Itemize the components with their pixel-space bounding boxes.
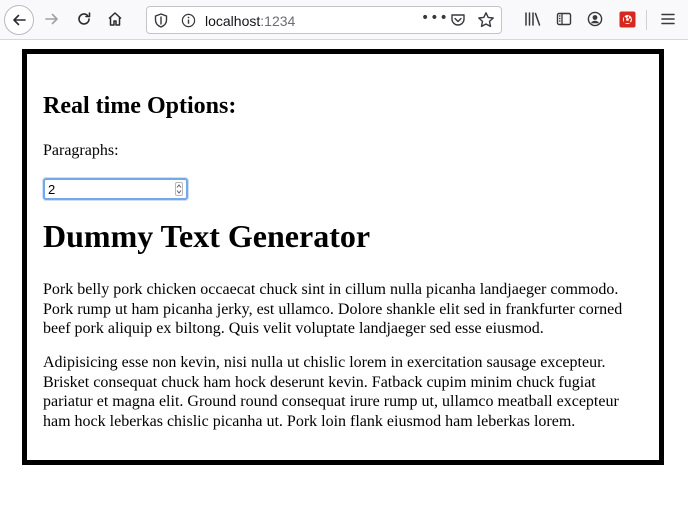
url-text[interactable]: localhost:1234	[205, 13, 295, 29]
extension-button[interactable]	[613, 5, 641, 33]
reload-button[interactable]	[70, 5, 98, 33]
forward-button[interactable]	[38, 5, 66, 33]
back-arrow-icon	[13, 14, 26, 26]
shield-icon[interactable]	[154, 13, 168, 32]
sidebar-icon	[556, 12, 572, 26]
reload-icon	[78, 12, 91, 25]
library-button[interactable]	[519, 5, 547, 33]
library-icon	[525, 12, 541, 26]
extension-icon	[619, 11, 635, 27]
generated-paragraph: Pork belly pork chicken occaecat chuck s…	[43, 281, 623, 337]
star-icon[interactable]	[477, 11, 495, 33]
toolbar-divider	[646, 10, 647, 30]
info-icon[interactable]	[181, 13, 196, 32]
content-frame: Real time Options: Paragraphs: Dummy Tex…	[22, 49, 664, 465]
back-button[interactable]	[4, 5, 34, 35]
paragraphs-label: Paragraphs:	[43, 142, 119, 159]
browser-toolbar: localhost:1234 •••	[0, 0, 688, 40]
url-port: :1234	[260, 13, 296, 29]
menu-button[interactable]	[654, 5, 682, 33]
url-bar[interactable]: localhost:1234 •••	[146, 6, 502, 34]
more-dots-icon[interactable]: •••	[421, 10, 449, 26]
forward-arrow-icon	[45, 13, 58, 25]
generator-heading: Dummy Text Generator	[43, 218, 371, 254]
home-icon	[108, 12, 122, 26]
account-icon	[587, 11, 603, 27]
options-heading: Real time Options:	[43, 93, 237, 119]
account-button[interactable]	[581, 5, 609, 33]
spinner-arrows-icon	[176, 184, 182, 194]
number-spinner[interactable]	[175, 182, 183, 196]
paragraphs-number-field[interactable]	[43, 178, 188, 200]
pocket-icon[interactable]	[450, 12, 466, 32]
url-host: localhost	[205, 13, 261, 29]
page-viewport: Real time Options: Paragraphs: Dummy Tex…	[0, 40, 688, 505]
home-button[interactable]	[101, 5, 129, 33]
paragraphs-input[interactable]	[47, 181, 168, 197]
hamburger-menu-icon	[661, 13, 675, 25]
generated-paragraph: Adipisicing esse non kevin, nisi nulla u…	[43, 354, 619, 430]
sidebar-button[interactable]	[550, 5, 578, 33]
